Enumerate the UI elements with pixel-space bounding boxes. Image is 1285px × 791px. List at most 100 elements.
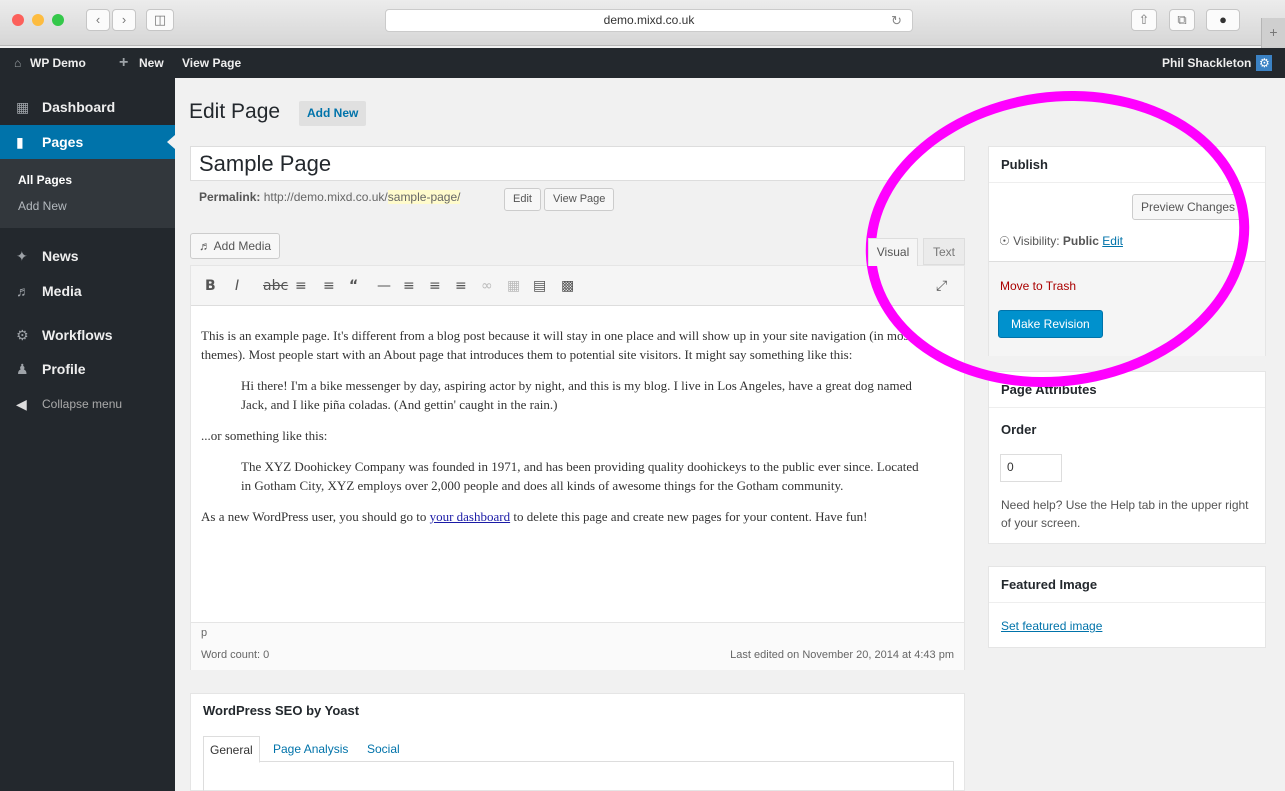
element-path: p: [201, 627, 208, 639]
seo-panel: [203, 762, 954, 791]
order-input[interactable]: 0: [1000, 454, 1062, 482]
submenu-add-new[interactable]: Add New: [18, 199, 67, 213]
submenu-all-pages[interactable]: All Pages: [18, 173, 72, 187]
toolbar-toggle-icon[interactable]: ▩: [561, 278, 574, 294]
add-new-button[interactable]: Add New: [299, 101, 367, 126]
sidebar-item-media[interactable]: ♬ Media: [0, 274, 175, 308]
sidebar-item-workflows[interactable]: ⚙ Workflows: [0, 318, 175, 352]
visibility-row: ☉ Visibility: Public Edit: [999, 234, 1123, 248]
add-media-label: Add Media: [213, 239, 272, 253]
sidebar-item-dashboard[interactable]: ▦ Dashboard: [0, 90, 175, 124]
seo-metabox: WordPress SEO by Yoast General Page Anal…: [190, 693, 965, 791]
add-tab-icon[interactable]: +: [1261, 18, 1285, 48]
fullscreen-icon[interactable]: ⤢: [936, 278, 947, 294]
sidebar-item-label: Workflows: [42, 327, 113, 343]
close-window-button[interactable]: [12, 14, 24, 26]
address-bar[interactable]: demo.mixd.co.uk ↻: [385, 9, 913, 32]
user-account-link[interactable]: Phil Shackleton ⚙: [1162, 48, 1273, 78]
plus-icon: +: [119, 54, 129, 71]
post-title-input[interactable]: Sample Page: [190, 146, 965, 181]
editor-status-bar: p Word count: 0 Last edited on November …: [191, 622, 964, 670]
tab-visual[interactable]: Visual: [868, 238, 918, 266]
horizontal-line-icon[interactable]: —: [377, 278, 391, 294]
add-media-button[interactable]: ♬ Add Media: [190, 233, 281, 259]
dashboard-link[interactable]: your dashboard: [430, 509, 511, 524]
pin-icon: ✦: [16, 248, 28, 264]
permalink-row: Permalink: http://demo.mixd.co.uk/sample…: [199, 190, 461, 204]
align-center-icon[interactable]: ≡: [429, 278, 441, 294]
home-icon[interactable]: ⌂: [14, 48, 21, 78]
blockquote-icon[interactable]: “: [349, 278, 358, 294]
sidebar-toggle-icon[interactable]: ◫: [146, 9, 174, 31]
featured-image-box: Featured Image Set featured image: [988, 566, 1266, 648]
tab-page-analysis[interactable]: Page Analysis: [267, 736, 354, 763]
sidebar-item-label: Media: [42, 283, 82, 299]
sidebar-item-label: Dashboard: [42, 99, 116, 115]
content-editor[interactable]: B I abc ≡ ≡ “ — ≡ ≡ ≡ ∞ ▦ ▤ ▩ ⤢ This is …: [190, 265, 965, 670]
blockquote: The XYZ Doohickey Company was founded in…: [241, 459, 919, 493]
share-icon[interactable]: ⇧: [1131, 9, 1157, 31]
preview-changes-button[interactable]: Preview Changes: [1132, 194, 1245, 220]
avatar: ⚙: [1256, 54, 1273, 71]
set-featured-image-link[interactable]: Set featured image: [1001, 619, 1102, 633]
reload-icon[interactable]: ↻: [891, 10, 902, 31]
make-revision-button[interactable]: Make Revision: [998, 310, 1103, 338]
edit-permalink-button[interactable]: Edit: [504, 188, 541, 211]
text-segment: As a new WordPress user, you should go t…: [201, 509, 430, 524]
tab-social[interactable]: Social: [361, 736, 406, 763]
browser-toolbar: ‹ › ◫ demo.mixd.co.uk ↻ ⇧ ⧉ ● +: [0, 0, 1285, 48]
permalink-base: http://demo.mixd.co.uk/: [263, 190, 388, 204]
tab-text[interactable]: Text: [923, 238, 965, 265]
sidebar-item-profile[interactable]: ♟ Profile: [0, 352, 175, 386]
permalink-label: Permalink:: [199, 190, 261, 204]
blockquote: Hi there! I'm a bike messenger by day, a…: [241, 378, 912, 412]
order-label: Order: [1001, 422, 1037, 437]
editor-content[interactable]: This is an example page. It's different …: [201, 326, 956, 538]
visibility-value: Public: [1062, 234, 1099, 248]
bold-icon[interactable]: B: [205, 278, 216, 294]
permalink-slug[interactable]: sample-page/: [387, 190, 461, 204]
visibility-label: Visibility:: [1013, 234, 1060, 248]
word-count: Word count: 0: [201, 649, 270, 661]
tabs-overview-icon[interactable]: ⧉: [1169, 9, 1195, 31]
numbered-list-icon[interactable]: ≡: [323, 278, 335, 294]
tab-general[interactable]: General: [203, 736, 260, 763]
paragraph: This is an example page. It's different …: [201, 328, 913, 362]
featured-image-title: Featured Image: [989, 567, 1265, 603]
minimize-window-button[interactable]: [32, 14, 44, 26]
forward-icon[interactable]: ›: [112, 9, 136, 31]
user-icon: ♟: [16, 361, 29, 377]
align-left-icon[interactable]: ≡: [403, 278, 415, 294]
back-icon[interactable]: ‹: [86, 9, 110, 31]
read-more-icon[interactable]: ▤: [533, 278, 546, 294]
dashboard-icon: ▦: [16, 99, 30, 115]
move-to-trash-link[interactable]: Move to Trash: [1000, 279, 1076, 293]
collapse-menu-button[interactable]: ◀ Collapse menu: [0, 387, 175, 421]
collapse-icon: ◀: [16, 396, 27, 412]
sidebar-item-label: Profile: [42, 361, 86, 377]
url-text: demo.mixd.co.uk: [603, 13, 695, 27]
sidebar-item-pages[interactable]: ▮ Pages: [0, 125, 175, 159]
collapse-label: Collapse menu: [42, 397, 123, 411]
site-name-link[interactable]: WP Demo: [30, 48, 86, 78]
media-icon: ♬: [16, 283, 30, 299]
publish-title: Publish: [989, 147, 1265, 183]
sidebar-item-news[interactable]: ✦ News: [0, 239, 175, 273]
download-icon[interactable]: ●: [1206, 9, 1240, 31]
pages-submenu: All Pages Add New: [0, 159, 175, 228]
publish-actions: Move to Trash Make Revision: [989, 261, 1265, 356]
bullet-list-icon[interactable]: ≡: [295, 278, 307, 294]
italic-icon[interactable]: I: [235, 278, 239, 294]
visibility-edit-link[interactable]: Edit: [1102, 234, 1123, 248]
new-content-link[interactable]: New: [139, 48, 164, 78]
user-name: Phil Shackleton: [1162, 56, 1252, 70]
align-right-icon[interactable]: ≡: [455, 278, 467, 294]
view-page-button[interactable]: View Page: [544, 188, 615, 211]
strikethrough-icon[interactable]: abc: [263, 278, 288, 294]
link-icon[interactable]: ∞: [481, 278, 493, 294]
zoom-window-button[interactable]: [52, 14, 64, 26]
page-attributes-title: Page Attributes: [989, 372, 1265, 408]
unlink-icon[interactable]: ▦: [507, 278, 520, 294]
admin-sidebar: ▦ Dashboard ▮ Pages All Pages Add New ✦ …: [0, 78, 175, 791]
view-page-link[interactable]: View Page: [182, 48, 241, 78]
